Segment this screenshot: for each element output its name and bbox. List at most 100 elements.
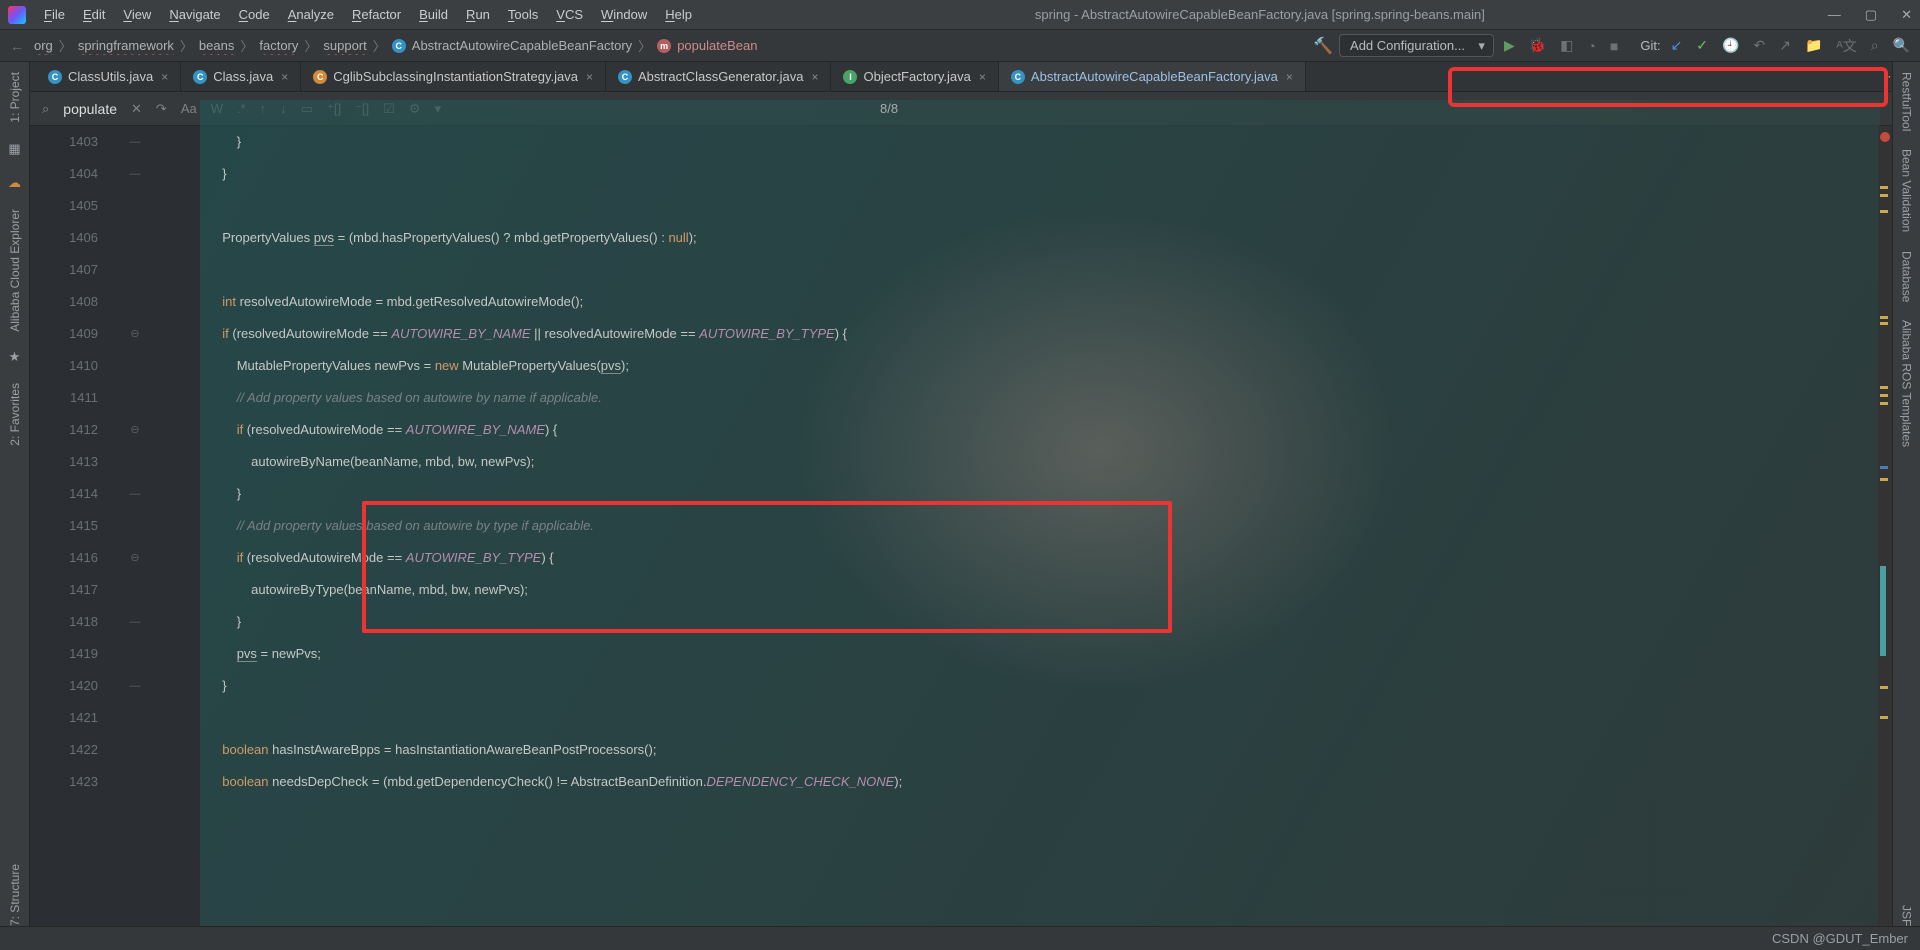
menu-refactor[interactable]: Refactor <box>352 7 401 22</box>
find-case-icon[interactable]: Aa <box>181 101 197 116</box>
code-content[interactable]: } <box>150 478 241 510</box>
find-regex-icon[interactable]: .* <box>237 101 246 116</box>
find-filter-icon[interactable]: ▾ <box>434 101 441 117</box>
code-line[interactable]: 1420— } <box>30 670 1878 702</box>
code-line[interactable]: 1409⊖ if (resolvedAutowireMode == AUTOWI… <box>30 318 1878 350</box>
code-content[interactable]: boolean needsDepCheck = (mbd.getDependen… <box>150 766 902 798</box>
code-line[interactable]: 1423 boolean needsDepCheck = (mbd.getDep… <box>30 766 1878 798</box>
code-line[interactable]: 1418— } <box>30 606 1878 638</box>
stop-icon[interactable]: ■ <box>1606 38 1622 54</box>
menu-build[interactable]: Build <box>419 7 448 22</box>
debug-icon[interactable]: 🐞 <box>1525 37 1550 54</box>
tool-restfultool[interactable]: RestfulTool <box>1900 72 1914 131</box>
alibaba-cloud-icon[interactable]: ☁ <box>8 175 21 191</box>
code-content[interactable]: MutablePropertyValues newPvs = new Mutab… <box>150 350 629 382</box>
code-content[interactable]: if (resolvedAutowireMode == AUTOWIRE_BY_… <box>150 414 557 446</box>
find-close-icon[interactable]: ✕ <box>131 101 142 117</box>
minimize-icon[interactable]: — <box>1828 7 1841 23</box>
tab-close-icon[interactable]: × <box>281 70 288 84</box>
error-stripe[interactable] <box>1878 126 1892 926</box>
tab-cglibsubclassinginstantiationstrategy-java[interactable]: CCglibSubclassingInstantiationStrategy.j… <box>301 62 606 91</box>
menu-navigate[interactable]: Navigate <box>169 7 220 22</box>
breadcrumb-segment[interactable]: org <box>34 38 53 53</box>
tab-objectfactory-java[interactable]: IObjectFactory.java× <box>831 62 998 91</box>
close-icon[interactable]: ✕ <box>1901 7 1912 23</box>
code-line[interactable]: 1419 pvs = newPvs; <box>30 638 1878 670</box>
code-line[interactable]: 1412⊖ if (resolvedAutowireMode == AUTOWI… <box>30 414 1878 446</box>
code-content[interactable]: pvs = newPvs; <box>150 638 321 670</box>
tool-bean-validation[interactable]: Bean Validation <box>1900 149 1914 232</box>
tab-abstractclassgenerator-java[interactable]: CAbstractClassGenerator.java× <box>606 62 831 91</box>
tool-database[interactable]: Database <box>1900 251 1914 302</box>
code-content[interactable]: } <box>150 606 241 638</box>
code-content[interactable]: autowireByType(beanName, mbd, bw, newPvs… <box>150 574 528 606</box>
tool-2-favorites[interactable]: 2: Favorites <box>8 383 22 446</box>
find-select-all-icon[interactable]: ▭ <box>301 101 313 117</box>
translate-icon[interactable]: ᴬ文 <box>1832 36 1860 56</box>
menu-file[interactable]: File <box>44 7 65 22</box>
find-prev-icon[interactable]: ↑ <box>260 101 267 116</box>
find-remove-sel-icon[interactable]: ⁻[] <box>355 101 369 117</box>
tool-jsf[interactable]: JSF <box>1900 905 1914 926</box>
breadcrumb-class[interactable]: AbstractAutowireCapableBeanFactory <box>412 38 632 53</box>
git-update-icon[interactable]: ↙ <box>1667 37 1687 54</box>
maximize-icon[interactable]: ▢ <box>1865 7 1877 23</box>
tab-close-icon[interactable]: × <box>979 70 986 84</box>
run-icon[interactable]: ▶ <box>1500 37 1519 54</box>
code-content[interactable]: autowireByName(beanName, mbd, bw, newPvs… <box>150 446 534 478</box>
tab-close-icon[interactable]: × <box>811 70 818 84</box>
find-word-icon[interactable]: W <box>211 101 223 116</box>
code-content[interactable]: int resolvedAutowireMode = mbd.getResolv… <box>150 286 583 318</box>
open-folder-icon[interactable]: 📁 <box>1801 37 1826 54</box>
tool-7-structure[interactable]: 7: Structure <box>8 864 22 926</box>
menu-tools[interactable]: Tools <box>508 7 538 22</box>
code-line[interactable]: 1422 boolean hasInstAwareBpps = hasInsta… <box>30 734 1878 766</box>
code-content[interactable]: boolean hasInstAwareBpps = hasInstantiat… <box>150 734 656 766</box>
code-editor[interactable]: 1403— }1404— }14051406 PropertyValues pv… <box>30 126 1878 926</box>
code-content[interactable]: if (resolvedAutowireMode == AUTOWIRE_BY_… <box>150 542 554 574</box>
code-content[interactable]: } <box>150 126 241 158</box>
code-content[interactable]: // Add property values based on autowire… <box>150 510 594 542</box>
code-line[interactable]: 1406 PropertyValues pvs = (mbd.hasProper… <box>30 222 1878 254</box>
menu-run[interactable]: Run <box>466 7 490 22</box>
fold-icon[interactable]: — <box>120 158 150 190</box>
code-line[interactable]: 1403— } <box>30 126 1878 158</box>
fold-icon[interactable]: ⊖ <box>120 318 150 350</box>
code-line[interactable]: 1410 MutablePropertyValues newPvs = new … <box>30 350 1878 382</box>
code-line[interactable]: 1407 <box>30 254 1878 286</box>
tool-alibaba-ros-templates[interactable]: Alibaba ROS Templates <box>1900 320 1914 447</box>
code-content[interactable]: // Add property values based on autowire… <box>150 382 602 414</box>
menu-view[interactable]: View <box>123 7 151 22</box>
fold-icon[interactable]: ⊖ <box>120 542 150 574</box>
code-line[interactable]: 1421 <box>30 702 1878 734</box>
breadcrumb-segment[interactable]: support <box>323 38 366 53</box>
tab-abstractautowirecapablebeanfactory-java[interactable]: CAbstractAutowireCapableBeanFactory.java… <box>999 62 1306 91</box>
code-line[interactable]: 1414— } <box>30 478 1878 510</box>
menu-help[interactable]: Help <box>665 7 692 22</box>
find-search-icon[interactable]: ⌕ <box>42 101 49 117</box>
code-content[interactable]: if (resolvedAutowireMode == AUTOWIRE_BY_… <box>150 318 847 350</box>
tab-class-java[interactable]: CClass.java× <box>181 62 301 91</box>
code-line[interactable]: 1404— } <box>30 158 1878 190</box>
git-history-icon[interactable]: 🕘 <box>1718 37 1743 54</box>
code-line[interactable]: 1415 // Add property values based on aut… <box>30 510 1878 542</box>
run-config-selector[interactable]: Add Configuration... <box>1339 34 1494 57</box>
git-push-icon[interactable]: ↗ <box>1775 37 1795 54</box>
fold-icon[interactable]: ⊖ <box>120 414 150 446</box>
code-content[interactable]: } <box>150 670 227 702</box>
tool-alibaba-cloud-explorer[interactable]: Alibaba Cloud Explorer <box>8 209 22 332</box>
find-next-icon[interactable]: ↓ <box>280 101 287 116</box>
breadcrumb-segment[interactable]: beans <box>199 38 234 53</box>
menu-code[interactable]: Code <box>239 7 270 22</box>
code-line[interactable]: 1408 int resolvedAutowireMode = mbd.getR… <box>30 286 1878 318</box>
code-line[interactable]: 1405 <box>30 190 1878 222</box>
menu-vcs[interactable]: VCS <box>556 7 583 22</box>
code-content[interactable]: PropertyValues pvs = (mbd.hasPropertyVal… <box>150 222 697 254</box>
fold-icon[interactable]: — <box>120 478 150 510</box>
fold-icon[interactable]: — <box>120 126 150 158</box>
menu-edit[interactable]: Edit <box>83 7 105 22</box>
menu-analyze[interactable]: Analyze <box>288 7 334 22</box>
coverage-icon[interactable]: ◧ <box>1556 37 1577 54</box>
git-rollback-icon[interactable]: ↶ <box>1749 37 1769 54</box>
code-line[interactable]: 1411 // Add property values based on aut… <box>30 382 1878 414</box>
